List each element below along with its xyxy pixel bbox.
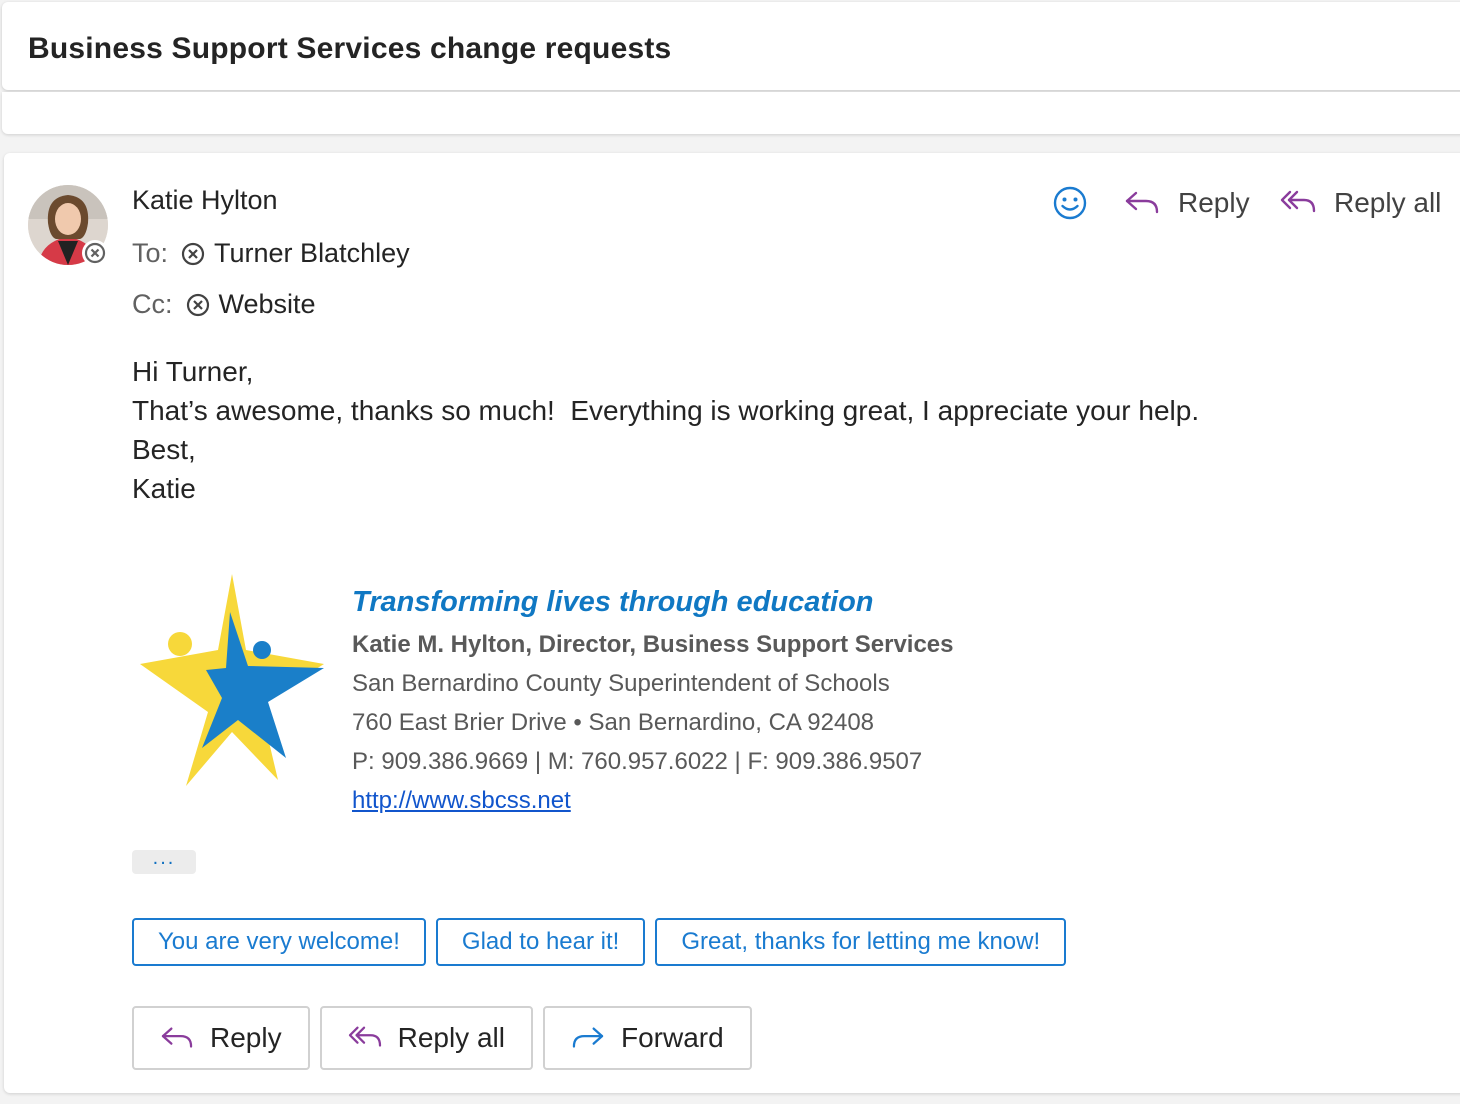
reply-label: Reply (1178, 187, 1250, 218)
cc-label: Cc: (132, 289, 173, 319)
cc-recipient[interactable]: Website (219, 289, 316, 320)
remove-recipient-icon (185, 292, 211, 318)
reply-all-label: Reply all (397, 1022, 505, 1053)
signature-org: San Bernardino County Superintendent of … (352, 670, 890, 697)
body-line: That’s awesome, thanks so much! Everythi… (132, 395, 1200, 426)
forward-icon (572, 1027, 604, 1048)
suggested-reply-button[interactable]: You are very welcome! (132, 918, 426, 966)
reply-all-icon (1280, 190, 1316, 213)
email-signature: Transforming lives through education Kat… (352, 586, 954, 820)
suggested-reply-button[interactable]: Glad to hear it! (435, 918, 646, 966)
suggested-replies: You are very welcome! Glad to hear it! G… (132, 918, 1076, 966)
reply-button-top[interactable]: Reply (1124, 180, 1250, 226)
forward-button[interactable]: Forward (542, 1006, 752, 1070)
reply-all-button-top[interactable]: Reply all (1280, 180, 1441, 226)
body-line: Katie (132, 473, 196, 504)
reply-button[interactable]: Reply (132, 1006, 310, 1070)
sender-name[interactable]: Katie Hylton (132, 185, 278, 216)
signature-name-title: Katie M. Hylton, Director, Business Supp… (352, 631, 954, 658)
signature-address: 760 East Brier Drive • San Bernardino, C… (352, 709, 875, 736)
to-label: To: (132, 238, 169, 268)
reply-icon (1125, 191, 1159, 214)
message-body: Hi Turner, That’s awesome, thanks so muc… (132, 352, 1199, 508)
reply-all-icon (348, 1026, 381, 1047)
signature-website-link[interactable]: http://www.sbcss.net (352, 787, 571, 814)
body-line: Hi Turner, (132, 356, 254, 387)
reply-icon (161, 1027, 193, 1048)
reply-label: Reply (210, 1022, 282, 1053)
remove-recipient-icon (180, 241, 206, 267)
reply-all-label: Reply all (1334, 187, 1442, 218)
smiley-icon (1053, 186, 1087, 220)
show-more-button[interactable]: ... (132, 848, 196, 874)
to-recipient[interactable]: Turner Blatchley (214, 238, 410, 269)
to-row: To: Turner Blatchley (132, 238, 410, 269)
subject-header: Business Support Services change request… (2, 2, 1460, 90)
cc-row: Cc: Website (132, 289, 316, 320)
collapsed-message[interactable] (2, 92, 1460, 134)
body-line: Best, (132, 434, 196, 465)
bottom-actions: Reply Reply all Forward (132, 1006, 762, 1070)
suggested-reply-button[interactable]: Great, thanks for letting me know! (655, 918, 1067, 966)
presence-blocked-icon (82, 240, 108, 266)
reply-all-button[interactable]: Reply all (319, 1006, 533, 1070)
forward-label: Forward (620, 1022, 724, 1053)
signature-tagline: Transforming lives through education (352, 586, 874, 618)
emoji-reaction-button[interactable] (1052, 180, 1088, 226)
signature-phones: P: 909.386.9669 | M: 760.957.6022 | F: 9… (352, 748, 923, 775)
sbcss-star-logo (140, 574, 324, 786)
subject-title: Business Support Services change request… (28, 32, 672, 65)
